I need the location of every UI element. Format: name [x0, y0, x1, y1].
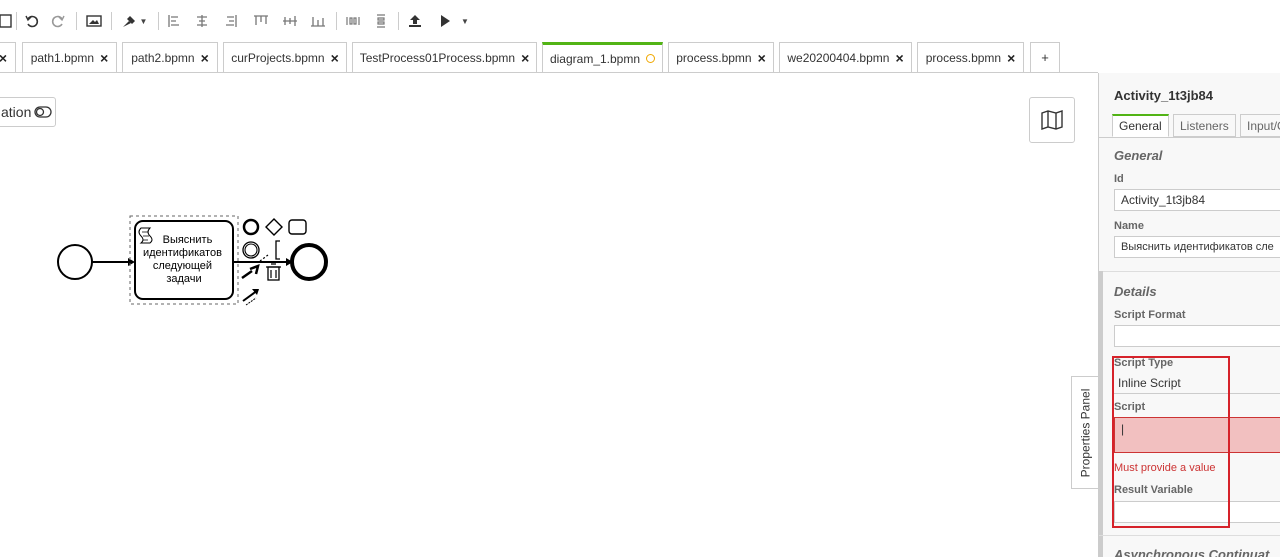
task-text-line: задачи	[166, 273, 201, 285]
group-general-heading: General	[1114, 148, 1163, 163]
toolbar: ▼ ▼	[0, 8, 1098, 36]
align-left-icon[interactable]	[165, 8, 183, 34]
task-text-line: следующей	[153, 260, 212, 272]
unsaved-indicator-icon	[646, 54, 656, 63]
tab-listeners[interactable]: Listeners	[1173, 114, 1236, 137]
redo-icon[interactable]	[48, 8, 68, 34]
deploy-icon[interactable]	[404, 8, 426, 34]
tab-we20200404[interactable]: we20200404.bpmn ×	[779, 42, 912, 73]
panel-title: Activity_1t3jb84	[1114, 88, 1213, 103]
properties-panel: Activity_1t3jb84 General Listeners Input…	[1098, 73, 1280, 557]
tab-diagram1[interactable]: diagram_1.bpmn	[542, 42, 663, 73]
task-text-line: идентификатов	[143, 247, 222, 259]
close-icon[interactable]: ×	[331, 50, 339, 66]
script-format-label: Script Format	[1114, 309, 1186, 321]
tab-path2[interactable]: path2.bpmn ×	[122, 42, 218, 73]
close-icon[interactable]: ×	[1007, 50, 1015, 66]
result-variable-field[interactable]	[1114, 501, 1280, 523]
run-icon[interactable]: ▼	[433, 8, 473, 34]
script-textarea[interactable]: |	[1114, 417, 1280, 453]
wrench-icon[interactable]	[241, 263, 260, 280]
trash-icon[interactable]	[266, 263, 281, 281]
image-icon[interactable]	[83, 8, 105, 34]
connect-icon[interactable]	[242, 289, 259, 306]
distribute-horizontal-icon[interactable]	[343, 8, 363, 34]
tab-close-partial[interactable]: ×	[0, 42, 16, 73]
script-format-field[interactable]	[1114, 325, 1280, 347]
append-gateway-icon[interactable]	[265, 218, 283, 236]
tab-curprojects[interactable]: curProjects.bpmn ×	[223, 42, 347, 73]
script-type-label: Script Type	[1114, 357, 1174, 369]
script-error-message: Must provide a value	[1114, 462, 1216, 474]
bpmn-diagram: Выяснить идентификатов следующей задачи	[57, 215, 328, 306]
align-top-icon[interactable]	[251, 8, 271, 34]
tab-process[interactable]: process.bpmn ×	[668, 42, 774, 73]
file-tabs: × path1.bpmn × path2.bpmn × curProjects.bp…	[0, 42, 1098, 73]
align-middle-icon[interactable]	[280, 8, 300, 34]
close-icon[interactable]: ×	[0, 50, 7, 66]
tab-process-2[interactable]: process.bpmn ×	[917, 42, 1024, 73]
script-label: Script	[1114, 401, 1146, 413]
tab-path1[interactable]: path1.bpmn ×	[22, 42, 117, 73]
close-icon[interactable]: ×	[758, 50, 766, 66]
diagram-canvas[interactable]: ation Выяснить идентификатов следующей з…	[0, 73, 1099, 557]
result-variable-label: Result Variable	[1114, 484, 1193, 496]
tab-input-output[interactable]: Input/O	[1240, 114, 1280, 137]
distribute-vertical-icon[interactable]	[372, 8, 390, 34]
name-label: Name	[1114, 220, 1144, 232]
align-bottom-icon[interactable]	[308, 8, 328, 34]
close-icon[interactable]: ×	[100, 50, 108, 66]
tab-general[interactable]: General	[1112, 114, 1169, 137]
align-right-icon[interactable]	[222, 8, 240, 34]
group-details-heading: Details	[1114, 284, 1157, 299]
name-field[interactable]: Выяснить идентификатов сле	[1114, 236, 1280, 258]
id-label: Id	[1114, 173, 1124, 185]
color-icon[interactable]: ▼	[117, 8, 151, 34]
align-center-icon[interactable]	[193, 8, 211, 34]
save-icon[interactable]	[0, 8, 14, 34]
id-field[interactable]: Activity_1t3jb84	[1114, 189, 1280, 211]
group-async-heading: Asynchronous Continuat	[1114, 547, 1270, 557]
properties-panel-toggle[interactable]: Properties Panel	[1071, 376, 1099, 489]
append-task-icon[interactable]	[288, 219, 307, 235]
task-text-line: Выяснить	[163, 234, 213, 246]
script-type-select[interactable]: Inline Script	[1114, 372, 1280, 394]
close-icon[interactable]: ×	[201, 50, 209, 66]
close-icon[interactable]: ×	[521, 50, 529, 66]
close-icon[interactable]: ×	[895, 50, 903, 66]
end-event[interactable]	[290, 243, 328, 281]
append-end-event-icon[interactable]	[242, 218, 260, 236]
start-event[interactable]	[57, 244, 93, 280]
tab-testprocess[interactable]: TestProcess01Process.bpmn ×	[352, 42, 537, 73]
append-intermediate-event-icon[interactable]	[242, 241, 260, 259]
text-annotation-icon[interactable]	[259, 240, 280, 262]
add-tab-button[interactable]: +	[1030, 42, 1060, 73]
undo-icon[interactable]	[22, 8, 42, 34]
